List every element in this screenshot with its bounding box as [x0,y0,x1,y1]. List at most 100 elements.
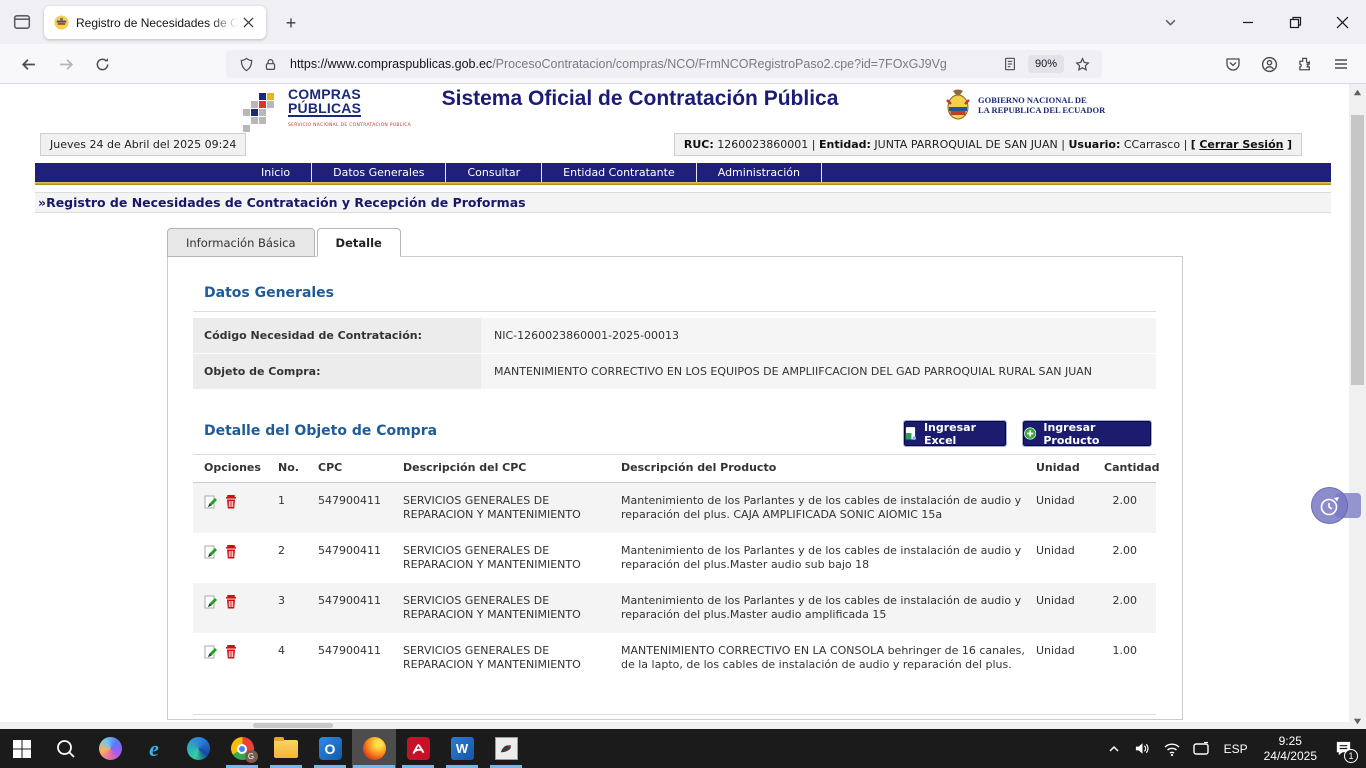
edit-icon[interactable] [204,494,220,510]
system-tray: ESP 9:25 24/4/2025 1 [1103,729,1358,768]
firefox-view-icon[interactable] [8,8,36,36]
productos-table: Opciones No. CPC Descripción del CPC Des… [193,461,1156,698]
scroll-down-icon[interactable] [1349,713,1366,729]
nav-gold-underline [35,182,1331,185]
tab-list-chevron-icon[interactable] [1148,0,1192,44]
ecuador-crest-icon [943,88,973,122]
session-info: RUC: 1260023860001 | Entidad: JUNTA PARR… [674,133,1302,156]
vertical-scrollbar-thumb[interactable] [1351,115,1364,385]
ingresar-producto-button[interactable]: Ingresar Producto [1023,421,1151,446]
start-button[interactable] [0,729,44,768]
vertical-scrollbar[interactable] [1349,84,1366,729]
gov-line1: GOBIERNO NACIONAL DE [978,95,1105,105]
word-icon[interactable]: W [440,729,484,768]
info-row-objeto: Objeto de Compra: MANTENIMIENTO CORRECTI… [193,354,1156,389]
zoom-level-chip[interactable]: 90% [1028,55,1064,73]
page-viewport: COMPRAS PÚBLICAS SERVICIO NACIONAL DE CO… [0,84,1349,729]
tracking-shield-icon[interactable] [234,52,258,76]
scroll-up-icon[interactable] [1349,84,1366,100]
timer-clock-icon[interactable] [1311,487,1348,524]
row-options [193,494,278,533]
reader-view-icon[interactable] [998,52,1022,76]
table-header-row: Opciones No. CPC Descripción del CPC Des… [193,461,1156,483]
tab-title: Registro de Necesidades de Con [76,16,238,30]
tray-date: 24/4/2025 [1264,749,1317,764]
notification-center-icon[interactable]: 1 [1328,729,1358,768]
gov-line2: LA REPUBLICA DEL ECUADOR [978,105,1105,115]
divider [193,311,1156,312]
language-indicator[interactable]: ESP [1219,742,1253,756]
lock-icon[interactable] [258,52,282,76]
file-explorer-icon[interactable] [264,729,308,768]
firefox-icon[interactable] [352,729,396,768]
datos-generales-heading: Datos Generales [204,285,334,301]
extensions-puzzle-icon[interactable] [1291,50,1319,78]
volume-icon[interactable] [1132,729,1154,768]
table-row: 2 547900411 SERVICIOS GENERALES DE REPAR… [193,533,1156,583]
reload-icon[interactable] [88,50,116,78]
edge-icon[interactable] [176,729,220,768]
desktop-screen: Registro de Necesidades de Con + [0,0,1366,768]
horizontal-scrollbar[interactable] [0,722,1349,729]
taskbar-clock[interactable]: 9:25 24/4/2025 [1260,734,1321,764]
chrome-icon[interactable]: G [220,729,264,768]
nav-item-administracion[interactable]: Administración [697,163,822,182]
notification-badge: 1 [1344,749,1358,763]
forward-icon[interactable] [52,50,80,78]
bookmark-star-icon[interactable] [1070,52,1094,76]
table-row: 4 547900411 SERVICIOS GENERALES DE REPAR… [193,633,1156,698]
logout-link[interactable]: Cerrar Sesión [1199,138,1283,151]
nav-item-consultar[interactable]: Consultar [446,163,542,182]
table-row: 3 547900411 SERVICIOS GENERALES DE REPAR… [193,583,1156,633]
divider [193,454,1156,455]
acrobat-icon[interactable] [396,729,440,768]
ingresar-excel-button[interactable]: Ingresar Excel [904,421,1006,446]
horizontal-scrollbar-thumb[interactable] [253,723,333,728]
browser-tab[interactable]: Registro de Necesidades de Con [44,6,266,39]
taskbar-search-icon[interactable] [44,729,88,768]
main-nav: Inicio Datos Generales Consultar Entidad… [35,163,1331,182]
delete-icon[interactable] [224,644,240,660]
tab-informacion-basica[interactable]: Información Básica [167,228,315,257]
delete-icon[interactable] [224,594,240,610]
row-options [193,544,278,583]
url-bar[interactable]: https://www.compraspublicas.gob.ec/Proce… [226,50,1102,78]
window-restore-button[interactable] [1273,0,1317,44]
edit-icon[interactable] [204,644,220,660]
detalle-panel: Datos Generales Código Necesidad de Cont… [167,256,1183,720]
url-text[interactable]: https://www.compraspublicas.gob.ec/Proce… [290,57,998,71]
row-options [193,594,278,633]
nav-item-entidad-contratante[interactable]: Entidad Contratante [542,163,697,182]
logo-mosaic-icon [243,93,282,132]
delete-icon[interactable] [224,544,240,560]
media-app-icon[interactable] [484,729,528,768]
window-minimize-button[interactable] [1226,0,1270,44]
delete-icon[interactable] [224,494,240,510]
account-icon[interactable] [1255,50,1283,78]
nav-item-datos-generales[interactable]: Datos Generales [312,163,446,182]
cast-display-icon[interactable] [1190,729,1212,768]
browser-toolbar: https://www.compraspublicas.gob.ec/Proce… [0,44,1366,84]
new-tab-button[interactable]: + [278,10,304,36]
page-title: Sistema Oficial de Contratación Pública [350,87,930,111]
row-options [193,644,278,698]
pocket-icon[interactable] [1219,50,1247,78]
tab-detalle[interactable]: Detalle [317,228,401,257]
divider [193,714,1156,715]
menu-hamburger-icon[interactable] [1327,50,1355,78]
edit-icon[interactable] [204,544,220,560]
outlook-icon[interactable]: O [308,729,352,768]
edit-icon[interactable] [204,594,220,610]
wifi-icon[interactable] [1161,729,1183,768]
browser-tab-strip: Registro de Necesidades de Con + [0,0,1366,44]
tray-chevron-up-icon[interactable] [1103,729,1125,768]
add-plus-icon [1024,427,1036,440]
tab-close-icon[interactable] [238,13,258,33]
info-row-codigo: Código Necesidad de Contratación: NIC-12… [193,318,1156,353]
internet-explorer-icon[interactable]: e [132,729,176,768]
copilot-icon[interactable] [88,729,132,768]
nav-item-inicio[interactable]: Inicio [240,163,312,182]
window-close-button[interactable] [1320,0,1364,44]
page-tabs: Información Básica Detalle [167,228,403,257]
back-icon[interactable] [14,50,42,78]
